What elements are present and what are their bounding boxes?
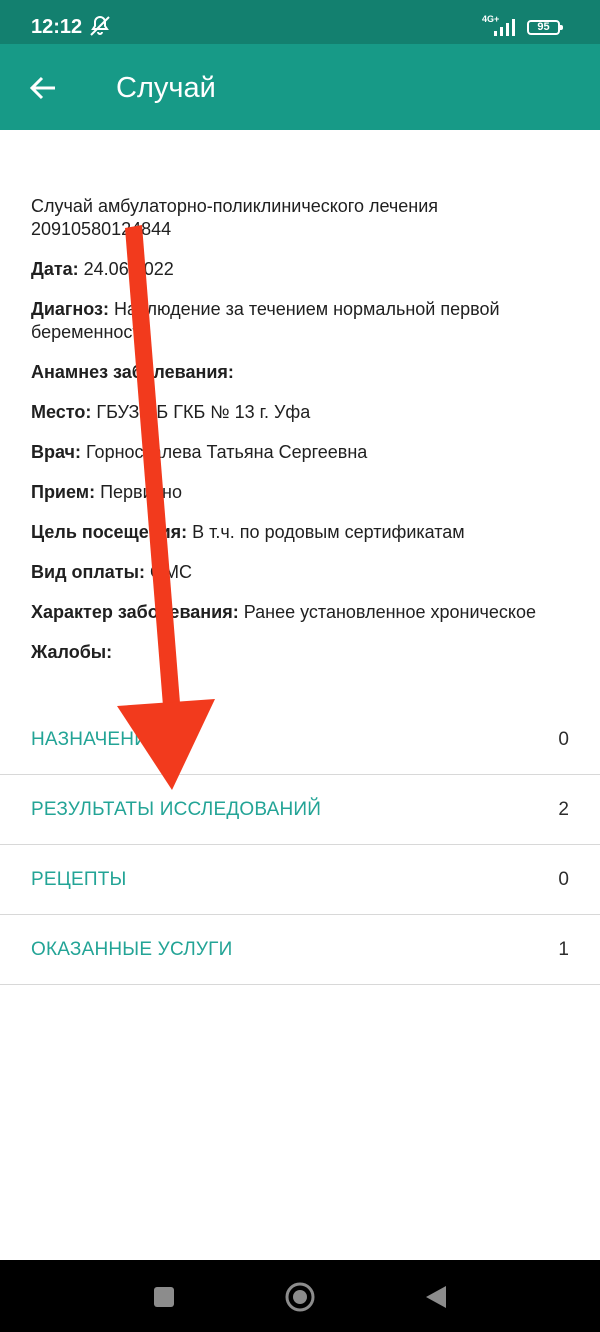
section-label: РЕЗУЛЬТАТЫ ИССЛЕДОВАНИЙ [31,799,322,820]
field-visit-type: Прием: Первично [31,481,571,504]
section-count: 2 [558,799,569,820]
section-count: 0 [558,869,569,890]
case-sections-list: НАЗНАЧЕНИЯ 0 РЕЗУЛЬТАТЫ ИССЛЕДОВАНИЙ 2 Р… [0,705,600,985]
case-details: Случай амбулаторно-поликлинического лече… [31,195,571,681]
arrow-left-icon [29,76,55,100]
field-value: ОМС [145,562,192,582]
battery-icon: 95 [527,20,563,35]
field-disease-nature: Характер заболевания: Ранее установленно… [31,601,571,624]
field-label: Цель посещения: [31,522,188,542]
back-icon[interactable] [425,1285,447,1309]
field-label: Место: [31,402,92,422]
mute-icon [90,15,110,36]
field-date: Дата: 24.06.2022 [31,258,571,281]
section-label: ОКАЗАННЫЕ УСЛУГИ [31,939,233,960]
recent-apps-icon[interactable] [154,1287,174,1307]
section-label: НАЗНАЧЕНИЯ [31,729,163,750]
section-label: РЕЦЕПТЫ [31,869,127,890]
field-value: ГБУЗ РБ ГКБ № 13 г. Уфа [91,402,311,422]
field-label: Прием: [31,482,96,502]
field-anamnesis: Анамнез заболевания: [31,361,571,384]
section-services[interactable]: ОКАЗАННЫЕ УСЛУГИ 1 [0,915,600,985]
field-doctor: Врач: Горносталева Татьяна Сергеевна [31,441,571,464]
back-button[interactable] [26,71,60,105]
status-time: 12:12 [31,16,83,38]
section-count: 0 [558,729,569,750]
field-value: Горносталева Татьяна Сергеевна [81,442,368,462]
system-nav-bar [0,1260,600,1332]
field-label: Жалобы: [31,642,113,662]
case-title: Случай амбулаторно-поликлинического лече… [31,196,439,239]
field-place: Место: ГБУЗ РБ ГКБ № 13 г. Уфа [31,401,571,424]
home-icon[interactable] [284,1281,316,1313]
app-bar: Случай [0,44,600,130]
field-label: Врач: [31,442,82,462]
section-test-results[interactable]: РЕЗУЛЬТАТЫ ИССЛЕДОВАНИЙ 2 [0,775,600,845]
field-label: Характер заболевания: [31,602,239,622]
field-diagnosis: Диагноз: Наблюдение за течением нормальн… [31,298,571,344]
field-value: Первично [95,482,182,502]
field-complaints: Жалобы: [31,641,571,664]
field-visit-purpose: Цель посещения: В т.ч. по родовым сертиф… [31,521,571,544]
field-value: В т.ч. по родовым сертификатам [187,522,465,542]
status-bar: 12:12 4G+ 95 [0,0,600,44]
field-label: Вид оплаты: [31,562,145,582]
field-label: Дата: [31,259,79,279]
section-count: 1 [558,939,569,960]
field-value: 24.06.2022 [78,259,174,279]
field-label: Анамнез заболевания: [31,362,234,382]
section-prescriptions[interactable]: НАЗНАЧЕНИЯ 0 [0,705,600,775]
signal-icon [494,19,515,36]
field-payment-type: Вид оплаты: ОМС [31,561,571,584]
field-label: Диагноз: [31,299,109,319]
field-value: Ранее установленное хроническое [238,602,536,622]
page-title: Случай [116,72,216,104]
section-recipes[interactable]: РЕЦЕПТЫ 0 [0,845,600,915]
